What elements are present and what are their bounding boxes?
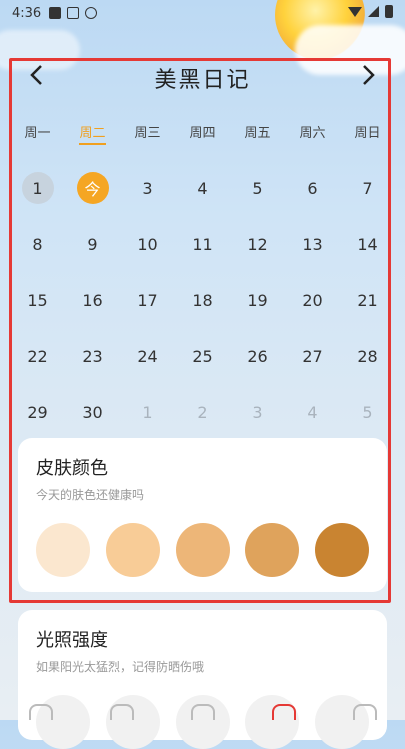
chat-tab-icon[interactable] (109, 704, 134, 720)
notification-a-icon (49, 7, 62, 19)
light-card-title: 光照强度 (36, 630, 108, 651)
selection-highlight (9, 58, 391, 603)
notification-photo-icon (67, 7, 80, 19)
bottom-tab-bar (0, 700, 405, 720)
home-tab-icon[interactable] (28, 704, 53, 720)
discover-tab-icon[interactable] (190, 704, 215, 720)
cloud-icon (85, 7, 98, 19)
status-time: 4:36 (12, 5, 42, 21)
light-card-subtitle: 如果阳光太猛烈，记得防晒伤哦 (36, 660, 205, 674)
light-intensity-card: 光照强度 如果阳光太猛烈，记得防晒伤哦 (18, 610, 387, 749)
profile-tab-icon[interactable] (352, 704, 377, 720)
diary-tab-icon[interactable] (271, 704, 296, 720)
battery-icon (385, 5, 393, 18)
status-bar: 4:36 (0, 0, 405, 26)
signal-icon (368, 6, 379, 17)
wifi-icon (348, 6, 362, 17)
